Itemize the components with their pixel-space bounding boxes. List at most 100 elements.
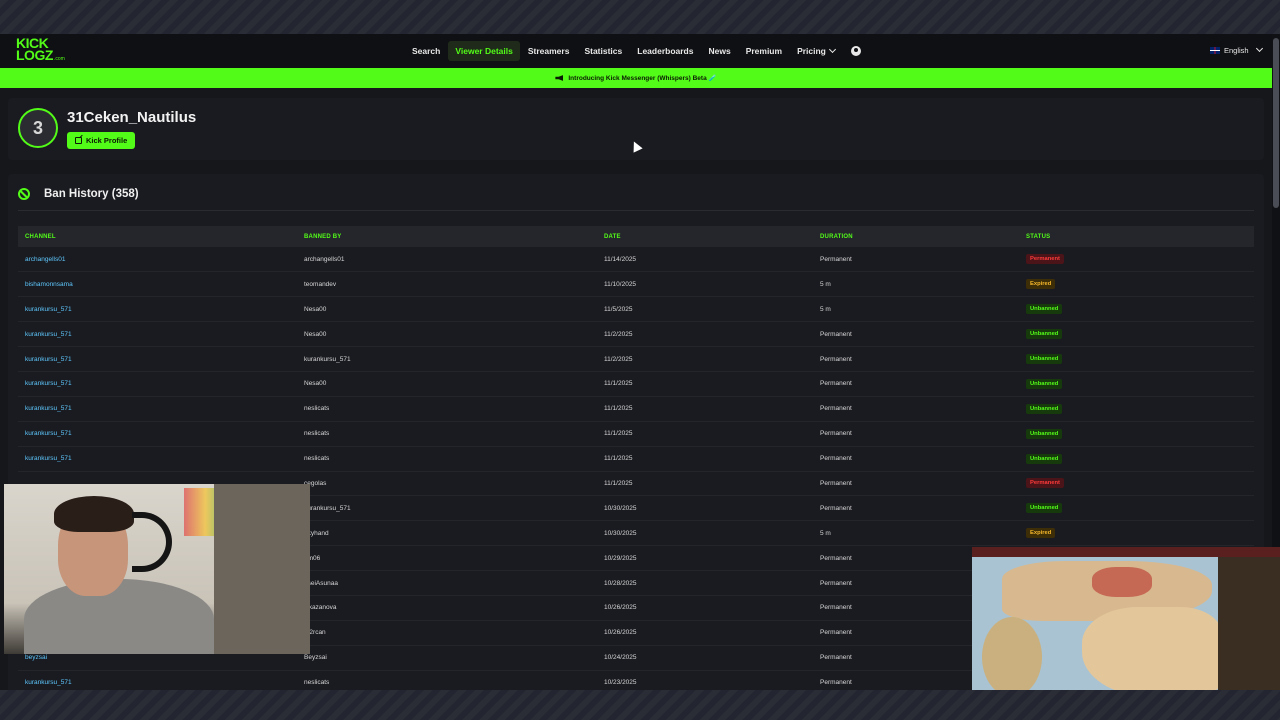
duration-cell: Permanent (813, 396, 1019, 422)
status-badge: Unbanned (1026, 428, 1063, 439)
column-header-channel[interactable]: CHANNEL (18, 226, 297, 247)
table-row: kurankursu_571 kurankursu_571 11/2/2025 Per… (18, 346, 1254, 372)
column-header-banned-by[interactable]: BANNED BY (297, 226, 597, 247)
webcam-person-hair (54, 496, 134, 532)
date-cell: 10/24/2025 (597, 645, 813, 671)
date-cell: 11/2/2025 (597, 346, 813, 372)
nav-pricing[interactable]: Pricing (790, 41, 842, 61)
duration-cell: 5 m (813, 296, 1019, 323)
status-badge: Permanent (1026, 254, 1064, 265)
date-cell: 10/29/2025 (597, 545, 813, 572)
language-label: English (1224, 46, 1249, 55)
date-cell: 11/1/2025 (597, 471, 813, 497)
nav-news[interactable]: News (701, 41, 737, 61)
status-badge: Expired (1026, 279, 1056, 290)
date-cell: 10/30/2025 (597, 520, 813, 547)
nav-statistics[interactable]: Statistics (577, 41, 629, 61)
date-cell: 10/30/2025 (597, 495, 813, 522)
webcam-door (214, 484, 310, 654)
divider (18, 210, 1254, 211)
status-badge: Unbanned (1026, 378, 1063, 389)
table-row: kurankursu_571 neslicats 11/1/2025 Permanen… (18, 421, 1254, 447)
banned-by-cell: m2rcan (297, 620, 597, 646)
status-badge: Unbanned (1026, 453, 1063, 464)
date-cell: 11/10/2025 (597, 271, 813, 298)
channel-link[interactable]: kurankursu_571 (18, 670, 297, 690)
column-header-date[interactable]: DATE (597, 226, 813, 247)
status-cell: Expired (1019, 520, 1254, 547)
column-header-duration[interactable]: DURATION (813, 226, 1019, 247)
status-cell: Unbanned (1019, 321, 1254, 348)
chevron-down-icon (828, 45, 836, 54)
channel-link[interactable]: kurankursu_571 (18, 321, 297, 348)
status-badge: Unbanned (1026, 403, 1063, 414)
status-badge: Permanent (1026, 478, 1064, 489)
scrollbar-thumb[interactable] (1273, 38, 1279, 208)
status-cell: Unbanned (1019, 396, 1254, 422)
nav-viewer-details[interactable]: Viewer Details (448, 41, 520, 61)
table-row: bishamonnsama teomandev 11/10/2025 5 m Expir… (18, 271, 1254, 298)
date-cell: 10/23/2025 (597, 670, 813, 690)
status-badge: Unbanned (1026, 329, 1063, 340)
status-cell: Unbanned (1019, 371, 1254, 397)
banned-by-cell: neslicats (297, 670, 597, 690)
duration-cell: Permanent (813, 421, 1019, 447)
banned-by-cell: neslicats (297, 421, 597, 447)
nav-leaderboards[interactable]: Leaderboards (630, 41, 700, 61)
duration-cell: Permanent (813, 495, 1019, 522)
channel-link[interactable]: archangells01 (18, 247, 297, 273)
status-badge: Unbanned (1026, 354, 1063, 364)
kick-profile-button[interactable]: Kick Profile (67, 132, 136, 149)
status-cell: Unbanned (1019, 495, 1254, 522)
user-icon[interactable] (850, 46, 861, 56)
nav-search[interactable]: Search (405, 41, 447, 61)
channel-link[interactable]: kurankursu_571 (18, 396, 297, 422)
status-badge: Expired (1026, 528, 1056, 539)
status-cell: Expired (1019, 271, 1254, 298)
banned-by-cell: nseiAsunaa (297, 570, 597, 596)
language-selector[interactable]: English (1210, 44, 1263, 55)
banned-by-cell: kurankursu_571 (297, 495, 597, 522)
duration-cell: 5 m (813, 271, 1019, 298)
duration-cell: Permanent (813, 446, 1019, 472)
channel-link[interactable]: kurankursu_571 (18, 296, 297, 323)
kick-profile-label: Kick Profile (86, 136, 128, 145)
channel-link[interactable]: kurankursu_571 (18, 371, 297, 397)
status-cell: Permanent (1019, 471, 1254, 497)
channel-link[interactable]: kurankursu_571 (18, 446, 297, 472)
nav-premium[interactable]: Premium (739, 41, 789, 61)
date-cell: 11/1/2025 (597, 446, 813, 472)
table-row: kurankursu_571 Nesa00 11/5/2025 5 m Unbanned (18, 296, 1254, 323)
nav-menu: Search Viewer Details Streamers Statisti… (405, 41, 861, 61)
table-header-row: CHANNEL BANNED BY DATE DURATION STATUS (18, 226, 1254, 247)
stream-frame-top (0, 0, 1280, 34)
duration-cell: 5 m (813, 520, 1019, 547)
banned-by-cell: Nesa00 (297, 296, 597, 323)
kicklogz-logo[interactable]: KICK LOGZ .com (16, 36, 70, 65)
nav-streamers[interactable]: Streamers (521, 41, 577, 61)
table-row: kurankursu_571 neslicats 11/1/2025 Permanen… (18, 446, 1254, 472)
nav-pricing-label: Pricing (797, 46, 826, 56)
channel-link[interactable]: bishamonnsama (18, 271, 297, 298)
date-cell: 10/26/2025 (597, 620, 813, 646)
webcam-overlay (4, 484, 310, 654)
status-cell: Unbanned (1019, 421, 1254, 447)
status-cell: Unbanned (1019, 296, 1254, 323)
megaphone-icon (555, 75, 564, 81)
date-cell: 11/1/2025 (597, 371, 813, 397)
table-row: kurankursu_571 Nesa00 11/2/2025 Permanent Un… (18, 321, 1254, 348)
duration-cell: Permanent (813, 471, 1019, 497)
channel-link[interactable]: kurankursu_571 (18, 346, 297, 372)
table-row: kurankursu_571 neslicats 11/1/2025 Permanen… (18, 396, 1254, 422)
duration-cell: Permanent (813, 371, 1019, 397)
status-badge: Unbanned (1026, 304, 1063, 315)
username: 31Ceken_Nautilus (67, 109, 197, 126)
date-cell: 11/14/2025 (597, 247, 813, 273)
banner-text: Introducing Kick Messenger (Whispers) Be… (568, 75, 717, 82)
chevron-down-icon (1255, 44, 1263, 53)
date-cell: 10/26/2025 (597, 595, 813, 621)
column-header-status[interactable]: STATUS (1019, 226, 1254, 247)
announcement-banner[interactable]: Introducing Kick Messenger (Whispers) Be… (0, 68, 1272, 88)
banned-by-cell: akyhand (297, 520, 597, 547)
channel-link[interactable]: kurankursu_571 (18, 421, 297, 447)
